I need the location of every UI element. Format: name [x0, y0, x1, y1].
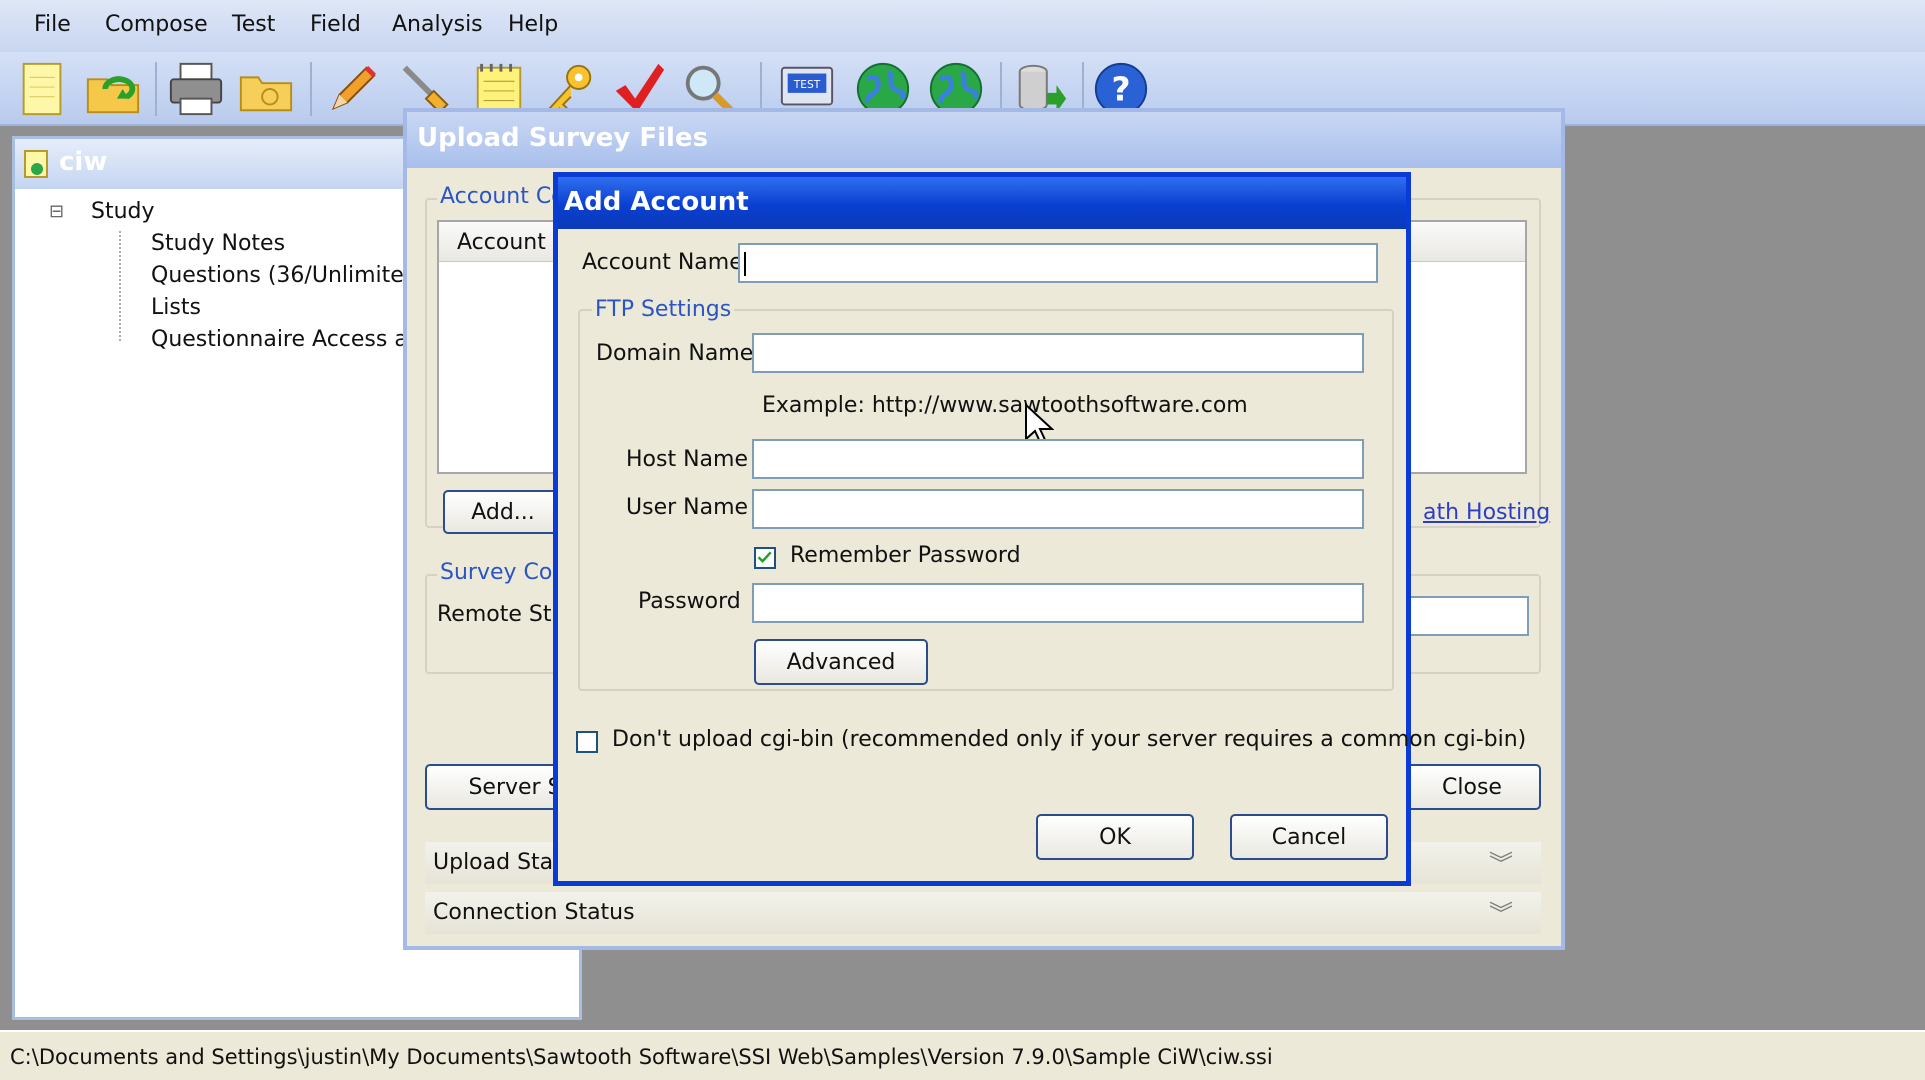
print-icon[interactable]	[165, 58, 227, 120]
upload-window-title-bar: Upload Survey Files	[407, 112, 1561, 168]
remote-study-field[interactable]	[1403, 596, 1529, 636]
new-study-icon[interactable]	[12, 58, 74, 120]
text-caret	[744, 252, 746, 276]
account-group-label: Account Co	[437, 184, 568, 209]
user-name-label: User Name	[626, 495, 749, 520]
status-bar: C:\Documents and Settings\justin\My Docu…	[0, 1030, 1925, 1080]
upload-window-title: Upload Survey Files	[417, 123, 709, 153]
user-name-field[interactable]	[752, 489, 1364, 529]
domain-name-field[interactable]	[752, 333, 1364, 373]
host-name-label: Host Name	[626, 447, 748, 472]
host-name-field[interactable]	[752, 439, 1364, 479]
tree-item-study[interactable]: Study	[91, 199, 155, 224]
advanced-button[interactable]: Advanced	[754, 639, 928, 685]
open-study-icon[interactable]	[82, 58, 144, 120]
menu-file[interactable]: File	[34, 12, 71, 37]
menu-test[interactable]: Test	[232, 12, 275, 37]
add-account-dialog: Add Account Account Name FTP Settings Do…	[553, 172, 1526, 886]
add-account-button[interactable]: Add...	[443, 490, 563, 534]
ok-button[interactable]: OK	[1036, 814, 1194, 860]
account-name-label: Account Name	[582, 250, 743, 275]
tree-item-questionnaire-access[interactable]: Questionnaire Access and	[151, 327, 436, 352]
cancel-button[interactable]: Cancel	[1230, 814, 1388, 860]
menu-bar: File Compose Test Field Analysis Help	[0, 0, 1925, 52]
open-folder-icon[interactable]	[235, 58, 297, 120]
chevron-down-icon[interactable]: ︾	[1489, 844, 1513, 879]
domain-example-text: Example: http://www.sawtoothsoftware.com	[762, 393, 1248, 418]
password-label: Password	[638, 589, 741, 614]
menu-analysis[interactable]: Analysis	[392, 12, 483, 37]
compose-pencil-icon[interactable]	[322, 58, 384, 120]
dialog-title-bar: Add Account	[558, 177, 1406, 229]
tree-item-lists[interactable]: Lists	[151, 295, 201, 320]
menu-compose[interactable]: Compose	[105, 12, 208, 37]
svg-text:?: ?	[1111, 70, 1130, 109]
close-button[interactable]: Close	[1403, 764, 1541, 810]
study-file-icon	[23, 149, 51, 179]
connection-status-label: Connection Status	[433, 900, 635, 925]
chevron-down-icon[interactable]: ︾	[1489, 894, 1513, 929]
remember-password-label: Remember Password	[790, 543, 1021, 568]
survey-group-label: Survey Con	[437, 560, 570, 585]
account-name-field[interactable]	[738, 243, 1378, 283]
remember-password-checkbox[interactable]	[754, 547, 776, 569]
tree-collapse-toggle[interactable]: ⊟	[49, 201, 64, 222]
password-field[interactable]	[752, 583, 1364, 623]
ftp-settings-label: FTP Settings	[592, 297, 735, 322]
domain-name-label: Domain Name	[596, 341, 754, 366]
menu-help[interactable]: Help	[508, 12, 558, 37]
dont-upload-cgi-bin-checkbox[interactable]	[576, 731, 598, 753]
menu-field[interactable]: Field	[310, 12, 361, 37]
remote-study-label: Remote Stu	[437, 602, 566, 627]
dont-upload-cgi-bin-label: Don't upload cgi-bin (recommended only i…	[612, 727, 1527, 752]
svg-text:TEST: TEST	[793, 78, 821, 91]
tree-item-questions[interactable]: Questions (36/Unlimited D	[151, 263, 442, 288]
hosting-link[interactable]: ath Hosting	[1423, 500, 1550, 525]
upload-status-label: Upload Stat	[433, 850, 562, 875]
tree-item-study-notes[interactable]: Study Notes	[151, 231, 285, 256]
dialog-title: Add Account	[564, 187, 749, 217]
panel-title: ciw	[59, 147, 108, 177]
connection-status-panel[interactable]: Connection Status ︾	[425, 892, 1541, 934]
status-bar-path: C:\Documents and Settings\justin\My Docu…	[10, 1045, 1273, 1069]
